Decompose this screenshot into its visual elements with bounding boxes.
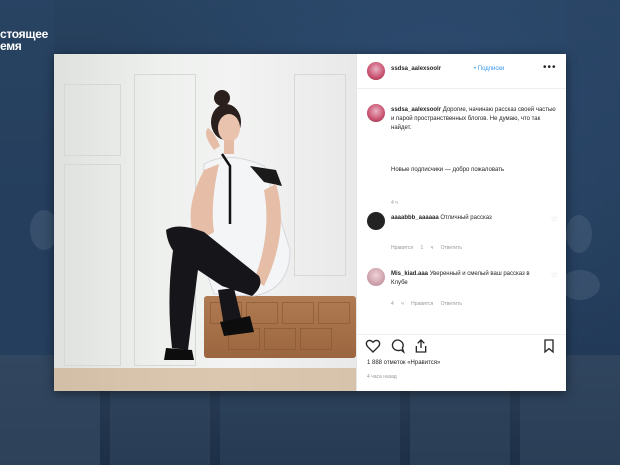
avatar[interactable]	[367, 268, 385, 286]
post-side-panel: ssdsa_aalexsoolr • Подписки ••• ssdsa_aa…	[356, 54, 566, 391]
background-panel-left	[0, 0, 54, 355]
woman-figure	[164, 90, 291, 360]
comment-username[interactable]: aaaabbb_aaaaaa	[391, 215, 439, 221]
caption-username[interactable]: ssdsa_aalexsoolr	[391, 107, 441, 113]
more-options-icon[interactable]: •••	[543, 62, 557, 73]
comment-text: Mis_kiad.aaa Уверенный и смелый ваш расс…	[391, 270, 541, 288]
likes-count[interactable]: 1 888 отметок «Нравится»	[367, 360, 440, 366]
post-actions	[357, 334, 566, 361]
background-panel-right	[566, 0, 620, 355]
instagram-post-card: ssdsa_aalexsoolr • Подписки ••• ssdsa_aa…	[54, 54, 566, 391]
follow-button[interactable]: • Подписки	[474, 66, 504, 72]
post-timestamp: 4 часа назад	[367, 374, 397, 380]
bookmark-icon[interactable]	[541, 338, 557, 354]
avatar[interactable]	[367, 212, 385, 230]
comment-text: aaaabbb_aaaaaa Отличный рассказ	[391, 214, 541, 223]
comment-icon[interactable]	[389, 338, 405, 354]
avatar[interactable]	[367, 62, 385, 80]
heart-icon[interactable]: ♡	[551, 216, 557, 224]
logo-line-2: емя	[0, 39, 22, 53]
caption-body-2: Новые подписчики — добро пожаловать	[391, 167, 505, 173]
comment-meta[interactable]: 4 ч Нравится Ответить	[391, 301, 462, 307]
caption-timestamp: 4 ч	[391, 200, 398, 206]
avatar[interactable]	[367, 104, 385, 122]
channel-logo: стоящее емя	[0, 28, 48, 52]
background-face	[560, 270, 600, 300]
heart-icon[interactable]: ♡	[551, 272, 557, 280]
comment-meta[interactable]: Нравится 1 ч Ответить	[391, 245, 462, 251]
post-username[interactable]: ssdsa_aalexsoolr	[391, 66, 441, 72]
comment-username[interactable]: Mis_kiad.aaa	[391, 271, 428, 277]
share-icon[interactable]	[413, 338, 429, 354]
post-header: ssdsa_aalexsoolr • Подписки •••	[357, 54, 566, 89]
heart-icon[interactable]	[365, 338, 381, 354]
post-photo[interactable]	[54, 54, 356, 391]
background-face	[566, 215, 592, 253]
caption-text: ssdsa_aalexsoolr Дорогие, начинаю расска…	[391, 106, 559, 133]
comment-body: Отличный рассказ	[440, 215, 492, 221]
